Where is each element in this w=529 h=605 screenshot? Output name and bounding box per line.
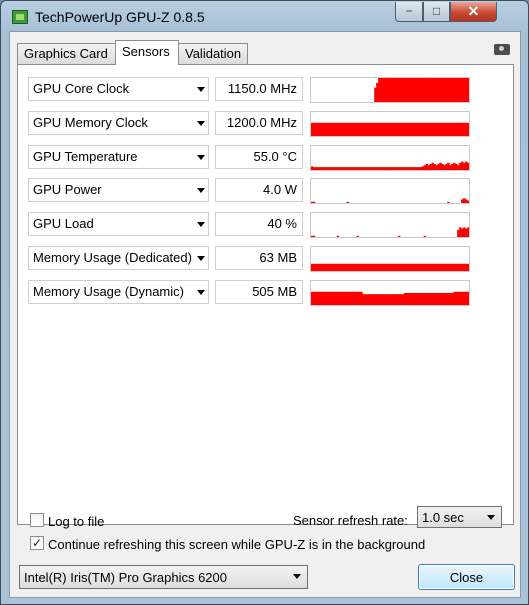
continue-refreshing-checkbox[interactable]: ✓ xyxy=(30,536,44,550)
chevron-down-icon xyxy=(197,87,205,92)
sensor-name-dropdown[interactable]: GPU Core Clock xyxy=(28,77,209,101)
sensor-row: GPU Core Clock 1150.0 MHz xyxy=(28,77,476,103)
sensor-graph xyxy=(310,246,470,272)
graph-bar xyxy=(467,78,469,102)
graph-bar xyxy=(467,200,469,204)
sensor-value: 40 % xyxy=(215,212,303,237)
sensor-value: 1200.0 MHz xyxy=(215,110,303,135)
sensor-name-dropdown[interactable]: Memory Usage (Dynamic) xyxy=(28,279,209,304)
sensor-row: Memory Usage (Dedicated) 63 MB xyxy=(28,246,476,272)
sensor-row: Memory Usage (Dynamic) 505 MB xyxy=(28,279,476,306)
sensor-graph xyxy=(310,178,470,205)
sensor-graph xyxy=(310,279,470,306)
sensor-value: 4.0 W xyxy=(215,178,303,203)
sensor-row: GPU Temperature 55.0 °C xyxy=(28,144,476,171)
continue-refreshing-label[interactable]: Continue refreshing this screen while GP… xyxy=(48,537,425,552)
sensor-name: GPU Power xyxy=(33,182,102,198)
graph-bar xyxy=(447,202,450,204)
refresh-rate-dropdown[interactable]: 1.0 sec xyxy=(417,506,502,528)
chevron-down-icon xyxy=(197,154,205,160)
sensor-graph-plot xyxy=(311,161,469,170)
tab-validation[interactable]: Validation xyxy=(178,43,248,64)
sensor-graph-plot xyxy=(311,263,469,271)
graph-bar xyxy=(467,122,469,136)
sensor-graph-plot xyxy=(311,198,469,204)
log-to-file-checkbox[interactable] xyxy=(30,513,44,527)
chevron-down-icon xyxy=(293,574,301,579)
sensor-graph-plot xyxy=(311,291,469,305)
sensor-name: Memory Usage (Dynamic) xyxy=(33,283,184,299)
sensor-name-dropdown[interactable]: GPU Power xyxy=(28,178,209,203)
sensor-name-dropdown[interactable]: GPU Load xyxy=(28,212,209,237)
sensor-name-dropdown[interactable]: GPU Memory Clock xyxy=(28,110,209,135)
graph-bar xyxy=(467,227,469,238)
log-to-file-label[interactable]: Log to file xyxy=(48,514,104,529)
graph-bar xyxy=(346,202,349,204)
sensor-graph-plot xyxy=(311,122,469,136)
graph-bar xyxy=(467,162,469,170)
refresh-rate-label: Sensor refresh rate: xyxy=(293,513,408,528)
camera-icon[interactable] xyxy=(494,44,510,55)
sensor-value: 505 MB xyxy=(215,279,303,304)
sensor-row: GPU Load 40 % xyxy=(28,212,476,239)
minimize-button[interactable]: − xyxy=(395,2,423,22)
gpuz-app-icon xyxy=(12,10,28,24)
sensor-graph-plot xyxy=(311,227,469,238)
sensor-graph xyxy=(310,110,470,137)
graph-bar xyxy=(467,263,469,271)
graph-bar xyxy=(467,291,469,305)
client-area: Graphics Card Sensors Validation GPU Cor… xyxy=(9,31,521,598)
window-title: TechPowerUp GPU-Z 0.8.5 xyxy=(35,9,205,25)
sensor-value: 63 MB xyxy=(215,246,303,270)
chevron-down-icon xyxy=(487,515,495,520)
sensor-value: 1150.0 MHz xyxy=(215,77,303,101)
chevron-down-icon xyxy=(197,256,205,261)
graph-bar xyxy=(312,202,316,204)
sensor-row: GPU Memory Clock 1200.0 MHz xyxy=(28,110,476,137)
maximize-button[interactable]: □ xyxy=(423,2,450,22)
sensor-graph xyxy=(310,212,470,239)
graph-bar xyxy=(423,235,426,238)
gpu-select-dropdown[interactable]: Intel(R) Iris(TM) Pro Graphics 6200 xyxy=(19,565,308,589)
tab-graphics-card[interactable]: Graphics Card xyxy=(17,43,116,64)
tab-sensors[interactable]: Sensors xyxy=(115,40,179,65)
chevron-down-icon xyxy=(197,120,205,126)
graph-bar xyxy=(336,235,340,238)
gpuz-window: TechPowerUp GPU-Z 0.8.5 − □ ✕ Graphics C… xyxy=(0,0,529,605)
graph-bar xyxy=(356,235,359,238)
title-bar[interactable]: TechPowerUp GPU-Z 0.8.5 − □ ✕ xyxy=(1,1,528,31)
sensor-name: Memory Usage (Dedicated) xyxy=(33,250,192,265)
graph-bar xyxy=(397,235,401,238)
sensor-name-dropdown[interactable]: GPU Temperature xyxy=(28,144,209,169)
sensor-name: GPU Core Clock xyxy=(33,81,130,96)
sensor-value: 55.0 °C xyxy=(215,144,303,169)
sensor-name: GPU Memory Clock xyxy=(33,114,148,130)
chevron-down-icon xyxy=(197,289,205,295)
sensor-name-dropdown[interactable]: Memory Usage (Dedicated) xyxy=(28,246,209,270)
graph-bar xyxy=(312,235,316,238)
refresh-rate-value: 1.0 sec xyxy=(422,510,464,525)
sensors-panel: GPU Core Clock 1150.0 MHz GPU Memory Clock… xyxy=(17,64,514,525)
chevron-down-icon xyxy=(197,188,205,194)
close-window-button[interactable]: ✕ xyxy=(450,2,497,22)
sensor-name: GPU Temperature xyxy=(33,148,138,164)
sensor-graph xyxy=(310,77,470,103)
close-button[interactable]: Close xyxy=(418,564,515,590)
sensor-graph xyxy=(310,144,470,171)
sensor-graph-plot xyxy=(374,78,469,102)
sensor-name: GPU Load xyxy=(33,216,94,232)
sensor-row: GPU Power 4.0 W xyxy=(28,178,476,205)
gpu-select-value: Intel(R) Iris(TM) Pro Graphics 6200 xyxy=(24,570,227,585)
chevron-down-icon xyxy=(197,222,205,228)
